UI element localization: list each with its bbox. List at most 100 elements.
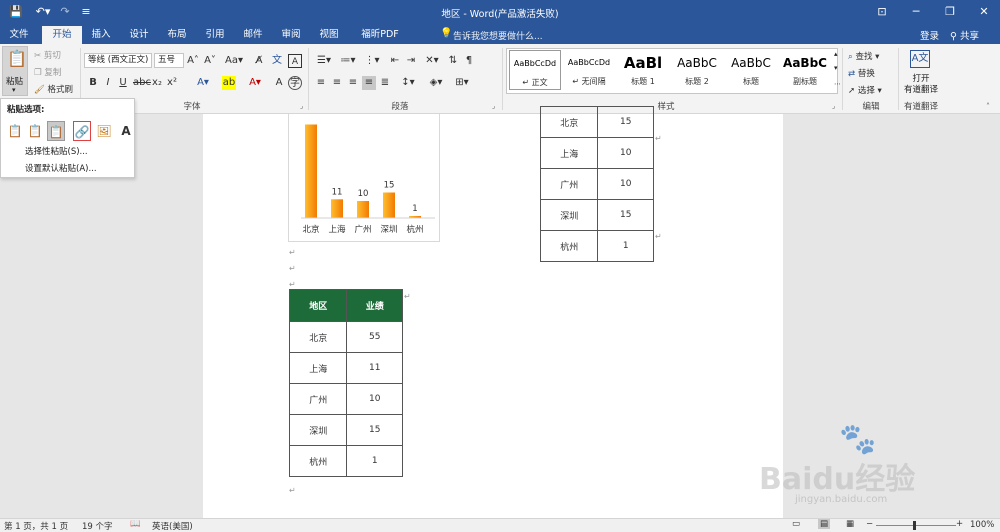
align-center-icon[interactable]: ≡ bbox=[330, 76, 344, 90]
font-color-icon[interactable]: A▾ bbox=[248, 76, 262, 90]
increase-indent-icon[interactable]: ⇥ bbox=[404, 54, 418, 68]
paste-button[interactable]: 📋 粘贴 ▾ bbox=[2, 46, 28, 96]
align-right-icon[interactable]: ≡ bbox=[346, 76, 360, 90]
bar-0[interactable] bbox=[305, 124, 317, 219]
print-layout-icon[interactable]: ▤ bbox=[818, 519, 831, 529]
bold-icon[interactable]: B bbox=[86, 76, 100, 90]
selective-paste-item[interactable]: 选择性粘贴(S)... bbox=[25, 145, 88, 157]
multilevel-list-icon[interactable]: ⋮▾ bbox=[362, 54, 382, 68]
document-page[interactable]: 11 10 15 1 北京 上海 广州 深圳 杭州 ↵ ↵ ↵ 北京 15 上海 10 广州 10 … bbox=[203, 106, 915, 518]
tab-mailings[interactable]: 邮件 bbox=[238, 26, 268, 44]
gallery-down-icon[interactable]: ▾ bbox=[834, 64, 838, 72]
bullets-icon[interactable]: ☰▾ bbox=[314, 54, 334, 68]
word-count[interactable]: 19 个字 bbox=[82, 520, 113, 532]
chinese-layout-icon[interactable]: ✕▾ bbox=[422, 54, 442, 68]
zoom-in-icon[interactable]: + bbox=[956, 519, 963, 529]
copy-button[interactable]: ❐ 复制 bbox=[34, 66, 61, 78]
language-indicator[interactable]: 英语(美国) bbox=[152, 520, 193, 532]
read-mode-icon[interactable]: ▭ bbox=[792, 519, 800, 529]
numbering-icon[interactable]: ≔▾ bbox=[338, 54, 358, 68]
youdao-translate-button[interactable]: A文 打开 有道翻译 bbox=[900, 48, 942, 98]
login-link[interactable]: 登录 bbox=[920, 28, 939, 42]
bar-3[interactable] bbox=[383, 192, 395, 219]
share-button[interactable]: ⚲ 共享 bbox=[950, 28, 979, 42]
close-icon[interactable]: ✕ bbox=[976, 4, 992, 20]
tell-me-input[interactable]: 告诉我您想要做什么... bbox=[453, 29, 543, 42]
link-icon[interactable]: 🔗 bbox=[73, 121, 91, 141]
tab-home[interactable]: 开始 bbox=[42, 26, 82, 44]
superscript-icon[interactable]: x² bbox=[165, 76, 179, 90]
strikethrough-icon[interactable]: abc bbox=[133, 76, 151, 90]
format-painter-button[interactable]: 🖌 格式刷 bbox=[34, 83, 73, 95]
clear-formatting-icon[interactable]: A̸ bbox=[252, 54, 266, 68]
bar-2[interactable] bbox=[357, 201, 369, 218]
phonetic-guide-icon[interactable]: 文 bbox=[270, 54, 284, 68]
select-button[interactable]: ➚ 选择 ▾ bbox=[848, 84, 882, 96]
font-size-select[interactable]: 五号 bbox=[154, 53, 184, 68]
style-heading-1[interactable]: AaBl 标题 1 bbox=[617, 50, 669, 90]
text-effects-icon[interactable]: A▾ bbox=[196, 76, 210, 90]
grow-font-icon[interactable]: A˄ bbox=[186, 54, 200, 68]
chart-frame[interactable]: 11 10 15 1 北京 上海 广州 深圳 杭州 bbox=[288, 114, 440, 242]
zoom-slider-thumb[interactable] bbox=[913, 521, 916, 530]
enclose-characters-icon[interactable]: 字 bbox=[288, 76, 302, 90]
shrink-font-icon[interactable]: A˅ bbox=[203, 54, 217, 68]
style-title[interactable]: AaBbC 标题 bbox=[725, 50, 777, 90]
replace-button[interactable]: ⇄ 替换 bbox=[848, 67, 875, 79]
tab-insert[interactable]: 插入 bbox=[86, 26, 116, 44]
borders-icon[interactable]: ⊞▾ bbox=[452, 76, 472, 90]
find-button[interactable]: ⌕ 查找 ▾ bbox=[848, 50, 879, 62]
ribbon-display-icon[interactable]: ⊡ bbox=[874, 4, 890, 20]
tab-review[interactable]: 审阅 bbox=[276, 26, 306, 44]
table-top-right[interactable]: 北京 15 上海 10 广州 10 深圳 15 杭州 1 bbox=[539, 106, 654, 262]
zoom-out-icon[interactable]: − bbox=[866, 519, 873, 529]
highlight-icon[interactable]: ab bbox=[222, 76, 236, 90]
dialog-launcher-icon[interactable]: ⌟ bbox=[300, 102, 303, 110]
show-marks-icon[interactable]: ¶ bbox=[462, 54, 476, 68]
web-layout-icon[interactable]: ▦ bbox=[846, 519, 854, 529]
table-main[interactable]: 地区 业绩 北京 55 上海 11 广州 10 深圳 15 杭州 1 bbox=[288, 289, 403, 477]
font-name-select[interactable]: 等线 (西文正文) bbox=[84, 53, 152, 68]
zoom-slider[interactable] bbox=[876, 525, 956, 526]
zoom-level[interactable]: 100% bbox=[970, 520, 994, 530]
line-spacing-icon[interactable]: ↕▾ bbox=[398, 76, 418, 90]
bar-1[interactable] bbox=[331, 199, 343, 218]
page-count[interactable]: 第 1 页，共 1 页 bbox=[4, 520, 68, 532]
character-border-icon[interactable]: A bbox=[288, 54, 302, 68]
set-default-paste-item[interactable]: 设置默认粘贴(A)... bbox=[25, 162, 97, 174]
merge-formatting-icon[interactable]: 📋 bbox=[26, 121, 44, 141]
shading-icon[interactable]: ◈▾ bbox=[426, 76, 446, 90]
tab-design[interactable]: 设计 bbox=[124, 26, 154, 44]
gallery-more-icon[interactable]: ⋯ bbox=[834, 80, 841, 88]
minimize-icon[interactable]: ─ bbox=[908, 4, 924, 20]
restore-icon[interactable]: ❐ bbox=[942, 4, 958, 20]
gallery-up-icon[interactable]: ▴ bbox=[834, 50, 838, 58]
distributed-icon[interactable]: ≣ bbox=[378, 76, 392, 90]
tab-foxit-pdf[interactable]: 福昕PDF bbox=[354, 26, 406, 44]
dialog-launcher-icon[interactable]: ⌟ bbox=[492, 102, 495, 110]
tab-references[interactable]: 引用 bbox=[200, 26, 230, 44]
character-shading-icon[interactable]: A bbox=[272, 76, 286, 90]
sort-icon[interactable]: ⇅ bbox=[446, 54, 460, 68]
italic-icon[interactable]: I bbox=[101, 76, 115, 90]
keep-source-formatting-icon[interactable]: 📋 bbox=[6, 121, 24, 141]
decrease-indent-icon[interactable]: ⇤ bbox=[388, 54, 402, 68]
justify-icon[interactable]: ≡ bbox=[362, 76, 376, 90]
cut-button[interactable]: ✂ 剪切 bbox=[34, 49, 61, 61]
underline-icon[interactable]: U bbox=[116, 76, 130, 90]
keep-text-only-icon[interactable]: A bbox=[117, 121, 135, 141]
style-no-spacing[interactable]: AaBbCcDd ↵ 无间隔 bbox=[563, 50, 615, 90]
tab-view[interactable]: 视图 bbox=[314, 26, 344, 44]
style-normal[interactable]: AaBbCcDd ↵ 正文 bbox=[509, 50, 561, 90]
align-left-icon[interactable]: ≡ bbox=[314, 76, 328, 90]
tab-layout[interactable]: 布局 bbox=[162, 26, 192, 44]
tab-file[interactable]: 文件 bbox=[4, 26, 34, 44]
style-subtitle[interactable]: AaBbC 副标题 bbox=[779, 50, 831, 90]
use-destination-style-icon[interactable]: 📋 bbox=[47, 121, 65, 141]
subscript-icon[interactable]: x₂ bbox=[150, 76, 164, 90]
dialog-launcher-icon[interactable]: ⌟ bbox=[832, 102, 835, 110]
proofing-icon[interactable]: 📖 bbox=[130, 519, 141, 529]
picture-icon[interactable]: 🖼 bbox=[95, 121, 113, 141]
collapse-ribbon-icon[interactable]: ˄ bbox=[986, 102, 990, 111]
style-heading-2[interactable]: AaBbC 标题 2 bbox=[671, 50, 723, 90]
